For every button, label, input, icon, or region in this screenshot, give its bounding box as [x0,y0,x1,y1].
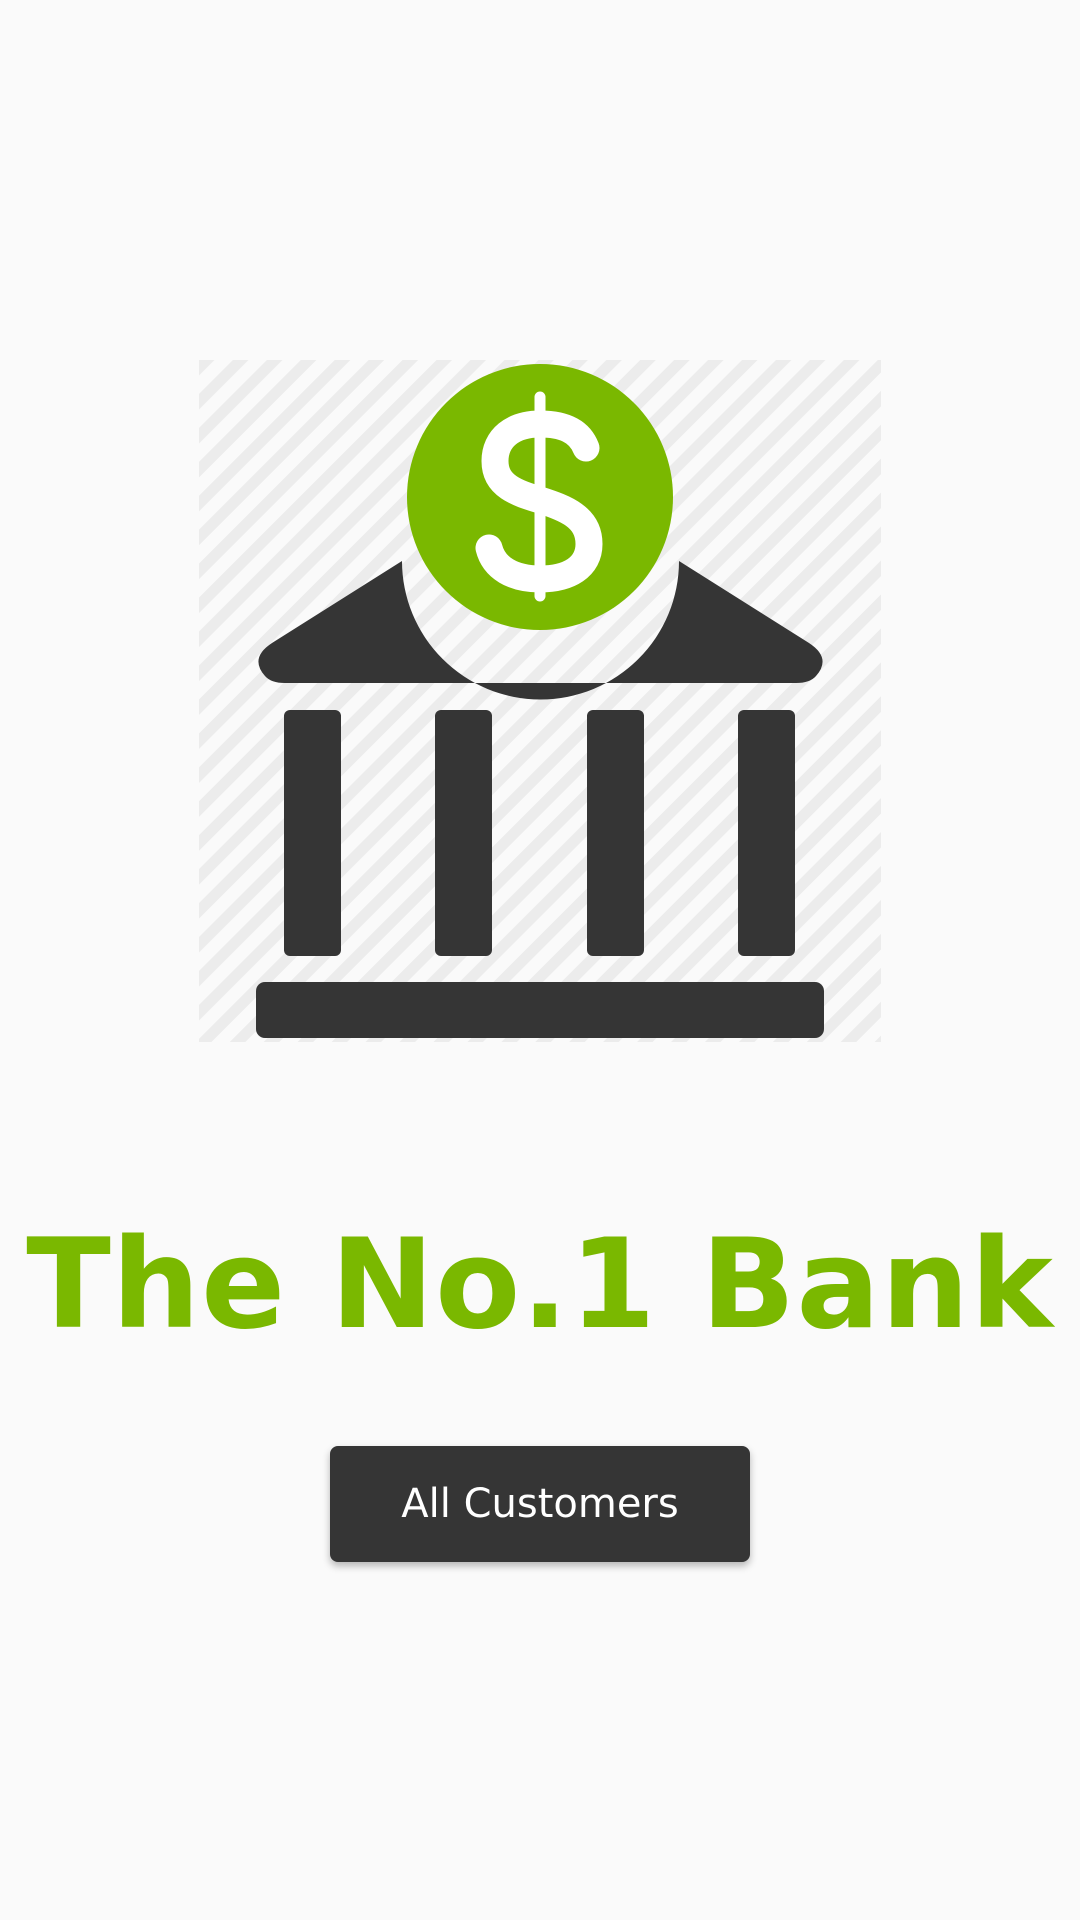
bank-with-dollar-coin-icon [199,360,881,1042]
bank-logo [199,360,881,1042]
bank-column [284,710,341,956]
bank-column [587,710,644,956]
bank-base [256,982,824,1038]
all-customers-button[interactable]: All Customers [330,1446,750,1562]
bank-column [435,710,492,956]
bank-column [738,710,795,956]
tagline: The No.1 Bank [26,1213,1054,1357]
